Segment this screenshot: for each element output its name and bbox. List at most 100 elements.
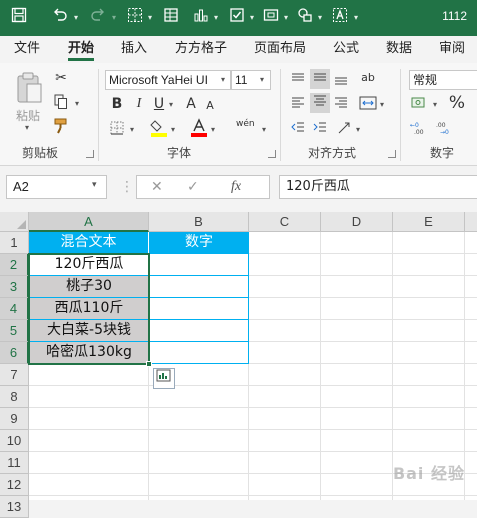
column-header-c[interactable]: C: [249, 212, 321, 232]
row-header-6[interactable]: 6: [0, 342, 29, 364]
select-all-button[interactable]: [0, 212, 29, 232]
decrease-indent-icon[interactable]: [290, 120, 306, 141]
font-size-combo[interactable]: 11: [231, 70, 271, 90]
chart-dropdown-icon[interactable]: ▾: [211, 7, 221, 29]
font-size-dropdown-icon[interactable]: ▾: [260, 75, 264, 84]
borders-dropdown-icon[interactable]: ▾: [130, 125, 134, 134]
bold-button[interactable]: B: [110, 95, 124, 113]
name-box-dropdown-icon[interactable]: ▾: [92, 180, 97, 190]
borders-icon[interactable]: [108, 120, 126, 141]
row-header-12[interactable]: 12: [0, 474, 29, 496]
cell-a1[interactable]: 混合文本: [29, 232, 149, 254]
cell-b2[interactable]: [149, 254, 249, 276]
wrap-text-icon[interactable]: ab: [358, 68, 378, 87]
row-header-8[interactable]: 8: [0, 386, 29, 408]
row-header-7[interactable]: 7: [0, 364, 29, 386]
tab-formulas[interactable]: 公式: [333, 41, 359, 61]
cell-b6[interactable]: [149, 342, 249, 364]
copy-icon[interactable]: [52, 94, 70, 115]
textbox-icon[interactable]: [329, 7, 351, 29]
increase-decimal-icon[interactable]: ←0.00: [410, 120, 430, 141]
orientation-dropdown-icon[interactable]: ▾: [356, 125, 360, 134]
cancel-icon[interactable]: ✕: [151, 179, 163, 195]
tab-fangfang[interactable]: 方方格子: [175, 41, 227, 61]
fill-color-dropdown-icon[interactable]: ▾: [171, 125, 175, 134]
align-top-icon[interactable]: [290, 71, 306, 92]
screenshot-icon[interactable]: [260, 7, 282, 29]
cell-b1[interactable]: 数字: [149, 232, 249, 254]
align-bottom-icon[interactable]: [333, 71, 349, 92]
enter-icon[interactable]: ✓: [187, 179, 199, 195]
cell-b4[interactable]: [149, 298, 249, 320]
row-header-3[interactable]: 3: [0, 276, 29, 298]
underline-dropdown-icon[interactable]: ▾: [169, 100, 173, 109]
paste-dropdown-icon[interactable]: ▾: [25, 123, 29, 132]
save-icon[interactable]: [8, 7, 30, 29]
column-header-b[interactable]: B: [149, 212, 249, 232]
row-header-4[interactable]: 4: [0, 298, 29, 320]
checkbox-icon[interactable]: [226, 7, 248, 29]
row-header-2[interactable]: 2: [0, 254, 29, 276]
font-color-dropdown-icon[interactable]: ▾: [211, 125, 215, 134]
row-header-10[interactable]: 10: [0, 430, 29, 452]
tab-home[interactable]: 开始: [68, 41, 95, 61]
row-header-5[interactable]: 5: [0, 320, 29, 342]
clipboard-launcher-icon[interactable]: [86, 150, 94, 158]
paste-label[interactable]: 粘贴: [16, 107, 40, 124]
worksheet-grid[interactable]: A B C D E 1 2 3 4 5 6 7 8 9 10 11 12 13 …: [0, 212, 477, 518]
align-right-icon[interactable]: [333, 95, 349, 116]
decrease-decimal-icon[interactable]: .00 →0: [436, 120, 456, 141]
paste-icon[interactable]: [14, 71, 44, 105]
tab-insert[interactable]: 插入: [121, 41, 147, 61]
column-header-d[interactable]: D: [321, 212, 393, 232]
borders-dropdown-icon[interactable]: ▾: [145, 7, 155, 29]
undo-icon[interactable]: [49, 7, 71, 29]
increase-indent-icon[interactable]: [312, 120, 328, 141]
tab-file[interactable]: 文件: [14, 41, 40, 61]
alignment-launcher-icon[interactable]: [388, 150, 396, 158]
cut-icon[interactable]: ✂: [52, 69, 70, 87]
font-color-icon[interactable]: [190, 118, 208, 143]
cell-b3[interactable]: [149, 276, 249, 298]
tab-data[interactable]: 数据: [386, 41, 412, 61]
formula-input[interactable]: 120斤西瓜: [279, 175, 477, 199]
checkbox-dropdown-icon[interactable]: ▾: [247, 7, 257, 29]
row-header-1[interactable]: 1: [0, 232, 29, 254]
accounting-dropdown-icon[interactable]: ▾: [433, 100, 437, 109]
screenshot-dropdown-icon[interactable]: ▾: [281, 7, 291, 29]
copy-dropdown-icon[interactable]: ▾: [75, 99, 79, 108]
align-middle-icon[interactable]: [310, 69, 330, 89]
undo-dropdown-icon[interactable]: ▾: [71, 7, 81, 29]
column-header-e[interactable]: E: [393, 212, 465, 232]
fill-color-icon[interactable]: [150, 118, 168, 143]
tab-review[interactable]: 审阅: [439, 41, 465, 61]
column-header-f[interactable]: [465, 212, 477, 232]
fill-handle[interactable]: [146, 361, 152, 367]
font-shrink-button[interactable]: A: [204, 97, 216, 115]
font-launcher-icon[interactable]: [268, 150, 276, 158]
accounting-format-icon[interactable]: [410, 95, 430, 116]
align-left-icon[interactable]: [290, 95, 306, 116]
tab-page-layout[interactable]: 页面布局: [254, 41, 306, 61]
phonetic-dropdown-icon[interactable]: ▾: [262, 125, 266, 134]
orientation-icon[interactable]: [336, 120, 352, 141]
cell-b5[interactable]: [149, 320, 249, 342]
shapes-icon[interactable]: [294, 7, 316, 29]
merge-dropdown-icon[interactable]: ▾: [380, 100, 384, 109]
align-center-icon[interactable]: [310, 93, 330, 113]
column-header-a[interactable]: A: [29, 212, 149, 232]
underline-button[interactable]: U: [152, 95, 166, 113]
chart-icon[interactable]: [190, 7, 212, 29]
borders-icon[interactable]: [124, 7, 146, 29]
format-painter-icon[interactable]: [52, 118, 70, 139]
font-grow-button[interactable]: A: [184, 95, 198, 113]
phonetic-guide-button[interactable]: wén: [236, 119, 255, 129]
insert-function-button[interactable]: fx: [231, 179, 241, 195]
merge-center-icon[interactable]: [358, 95, 378, 116]
row-header-11[interactable]: 11: [0, 452, 29, 474]
italic-button[interactable]: I: [132, 95, 146, 113]
number-format-combo[interactable]: 常规: [409, 70, 477, 90]
percent-style-button[interactable]: %: [447, 94, 467, 112]
table-icon[interactable]: [160, 7, 182, 29]
customize-toolbar-icon[interactable]: ▾: [351, 7, 361, 29]
